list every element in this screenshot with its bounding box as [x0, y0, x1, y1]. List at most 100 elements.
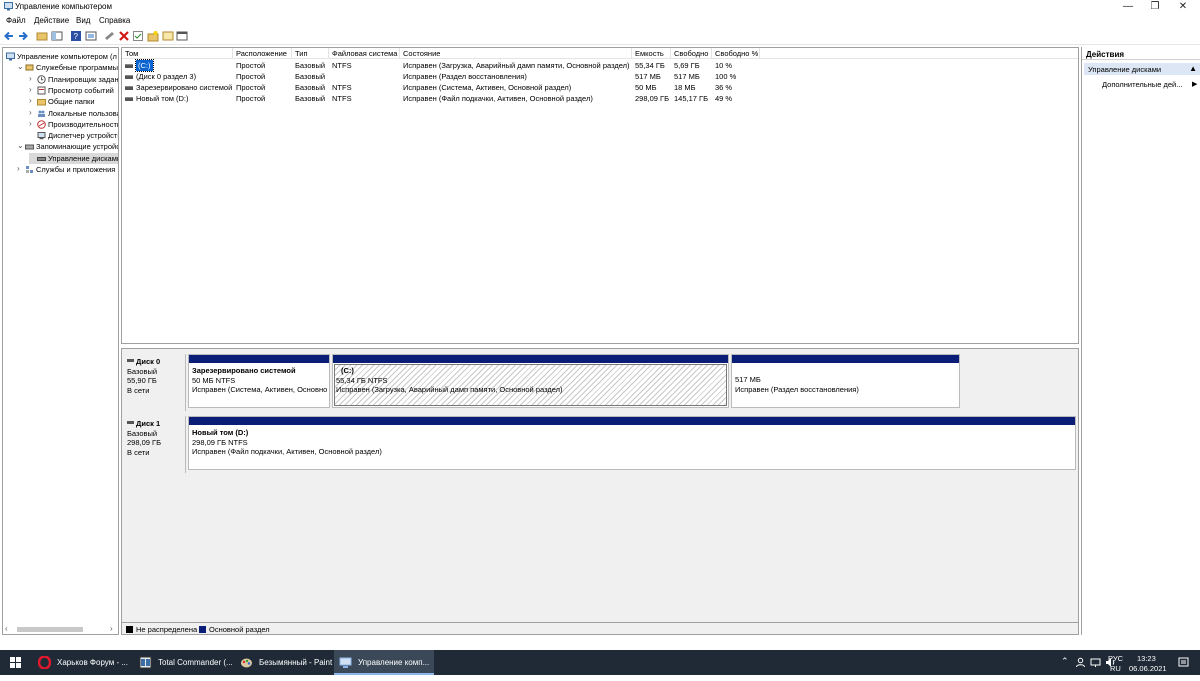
delete-icon[interactable]: [118, 30, 130, 42]
tree-item[interactable]: Управление дисками: [29, 152, 118, 164]
column-header-filesystem[interactable]: Файловая система: [329, 48, 400, 59]
table-cell: (Диск 0 раздел 3): [136, 72, 197, 81]
toolbar: ?: [0, 28, 1200, 45]
table-cell: NTFS: [332, 83, 352, 92]
help-icon[interactable]: ?: [70, 30, 82, 42]
expand-arrow-icon[interactable]: ⌄: [17, 62, 24, 71]
show-hide-tree-icon[interactable]: [51, 30, 63, 42]
partition-size: 298,09 ГБ NTFS: [192, 437, 248, 447]
table-cell: Новый том (D:): [136, 94, 189, 103]
legend: Не распределена Основной раздел: [121, 622, 1079, 635]
menu-action[interactable]: Действие: [34, 16, 69, 25]
column-header-location[interactable]: Расположение: [233, 48, 292, 59]
tree-item[interactable]: › Локальные пользовате: [29, 108, 118, 119]
back-arrow-icon[interactable]: [3, 30, 15, 42]
actions-header: Действия: [1082, 47, 1200, 60]
performance-icon: [37, 119, 46, 129]
console-icon[interactable]: [176, 30, 188, 42]
table-cell: Простой: [236, 83, 266, 92]
tree-item[interactable]: ⌄ Служебные программы: [17, 62, 118, 73]
table-cell: (C:): [135, 59, 154, 72]
column-header-capacity[interactable]: Емкость: [632, 48, 671, 59]
table-row[interactable]: Зарезервировано системой Простой Базовый NT…: [122, 82, 1078, 93]
taskbar-app-paint[interactable]: Безымянный - Paint: [235, 650, 333, 675]
column-header-type[interactable]: Тип: [292, 48, 329, 59]
close-button[interactable]: ✕: [1170, 0, 1196, 14]
table-cell: 100 %: [715, 72, 737, 81]
column-header-status[interactable]: Состояние: [400, 48, 632, 59]
disk-1-label[interactable]: Диск 1 Базовый 298,09 ГБ В сети: [124, 416, 186, 473]
menu-help[interactable]: Справка: [99, 16, 130, 25]
collapse-arrow-icon[interactable]: ›: [29, 74, 32, 83]
tree-item[interactable]: ⌄ Запоминающие устройст: [17, 141, 118, 152]
tree-item[interactable]: Диспетчер устройств: [29, 130, 118, 141]
table-row[interactable]: (C:) Простой Базовый NTFS Исправен (Загрузка…: [122, 59, 1078, 72]
forward-arrow-icon[interactable]: [17, 30, 29, 42]
tree-item[interactable]: › Службы и приложения: [17, 164, 118, 175]
volume-icon: [125, 97, 133, 101]
taskbar-app-computer-management[interactable]: Управление комп...: [334, 650, 434, 675]
column-header-volume[interactable]: Том: [122, 48, 233, 59]
language-indicator[interactable]: РУС RU: [1106, 650, 1126, 675]
properties-icon[interactable]: [85, 30, 97, 42]
disk-0-name: Диск 0: [127, 357, 185, 367]
collapse-arrow-icon[interactable]: ›: [29, 119, 32, 128]
menu-file[interactable]: Файл: [6, 16, 26, 25]
legend-swatch-unallocated: [126, 626, 133, 633]
new-folder-icon[interactable]: [147, 30, 159, 42]
collapse-arrow-icon[interactable]: ›: [29, 85, 32, 94]
tree-item[interactable]: Управление компьютером (л: [5, 51, 118, 62]
up-folder-icon[interactable]: [36, 30, 48, 42]
collapse-arrow-icon[interactable]: ›: [29, 108, 32, 117]
connect-icon[interactable]: [104, 30, 116, 42]
restore-button[interactable]: ❐: [1142, 0, 1168, 14]
taskbar-app-total-commander[interactable]: Total Commander (...: [134, 650, 234, 675]
tree-item-label: Службы и приложения: [36, 165, 116, 174]
show-hidden-icons-icon[interactable]: ⌃: [1061, 656, 1069, 681]
table-cell: 145,17 ГБ: [674, 94, 709, 103]
partition-name: (C:): [341, 366, 354, 375]
tree-item[interactable]: › Общие папки: [29, 96, 118, 107]
menu-view[interactable]: Вид: [76, 16, 90, 25]
taskbar: Харьков Форум - ... Total Commander (...…: [0, 650, 1200, 675]
disk-0-label[interactable]: Диск 0 Базовый 55,90 ГБ В сети: [124, 354, 186, 411]
scrollbar-thumb[interactable]: [17, 627, 83, 632]
clock[interactable]: 13:23 06.06.2021: [1127, 650, 1167, 675]
windows-start-icon[interactable]: [10, 657, 21, 668]
collapse-arrow-icon[interactable]: ›: [17, 164, 20, 173]
check-icon[interactable]: [132, 30, 144, 42]
device-icon: [37, 132, 46, 140]
column-header-free[interactable]: Свободно: [671, 48, 712, 59]
tree-item-label: Локальные пользовате: [48, 108, 118, 118]
partition-system-reserved[interactable]: Зарезервировано системой 50 МБ NTFS Испр…: [188, 354, 330, 408]
tree-item[interactable]: › Производительность: [29, 119, 118, 130]
table-cell: Базовый: [295, 72, 326, 81]
computer-management-icon: [339, 657, 352, 668]
table-row[interactable]: (Диск 0 раздел 3) Простой Базовый Исправен …: [122, 71, 1078, 82]
expand-arrow-icon[interactable]: ⌄: [17, 141, 24, 150]
network-icon[interactable]: [1090, 657, 1101, 668]
tree-horizontal-scrollbar[interactable]: ‹ ›: [5, 624, 117, 634]
tree-item[interactable]: › Просмотр событий: [29, 85, 118, 96]
disk-0-status: В сети: [127, 385, 150, 395]
partition-d[interactable]: Новый том (D:) 298,09 ГБ NTFS Исправен (…: [188, 416, 1076, 470]
export-list-icon[interactable]: [162, 30, 174, 42]
column-header-free-percent[interactable]: Свободно %: [712, 48, 760, 59]
minimize-button[interactable]: —: [1115, 0, 1141, 14]
actions-section-disk-management[interactable]: Управление дисками ▲: [1084, 63, 1200, 75]
collapse-arrow-icon[interactable]: ›: [29, 96, 32, 105]
partition-size: 517 МБ: [735, 375, 761, 384]
tree-item[interactable]: › Планировщик заданий: [29, 74, 118, 85]
table-row[interactable]: Новый том (D:) Простой Базовый NTFS Исправен…: [122, 93, 1078, 104]
partition-recovery[interactable]: 517 МБ Исправен (Раздел восстановления): [731, 354, 960, 408]
scroll-right-icon[interactable]: ›: [110, 624, 113, 633]
table-cell: Базовый: [295, 61, 326, 70]
notification-icon[interactable]: [1178, 657, 1189, 668]
partition-state: Исправен (Файл подкачки, Активен, Основн…: [192, 447, 382, 456]
taskbar-app-opera[interactable]: Харьков Форум - ...: [33, 650, 133, 675]
scroll-left-icon[interactable]: ‹: [5, 624, 8, 633]
partition-c[interactable]: (C:) 55,34 ГБ NTFS Исправен (Загрузка, А…: [332, 354, 729, 408]
more-actions-item[interactable]: Дополнительные дей... ▶: [1102, 80, 1198, 89]
people-icon[interactable]: [1075, 657, 1086, 668]
tools-icon: [25, 64, 34, 71]
